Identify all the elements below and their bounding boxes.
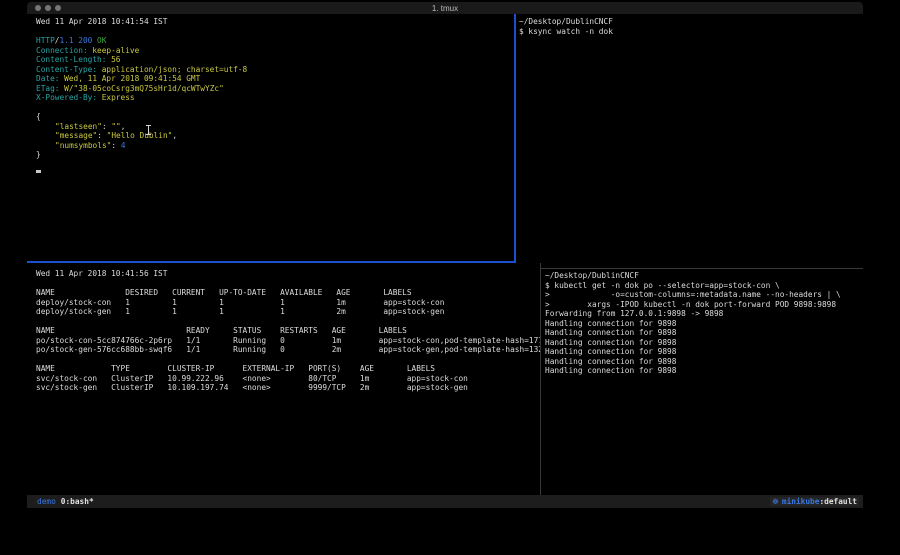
header-value: Express: [102, 93, 135, 102]
status-left: demo 0:bash*: [37, 497, 94, 506]
http-reason: OK: [97, 36, 106, 45]
response-header: ETag: W/"38-05coCsrg3mQ75sHr1d/qcWTwYZc": [36, 84, 514, 94]
terminal-line: > -o=custom-columns=:metadata.name --no-…: [545, 290, 863, 300]
mouse-cursor-ibeam: [146, 125, 151, 135]
response-header: Connection: keep-alive: [36, 46, 514, 56]
terminal-line: > xargs -IPOD kubectl -n dok port-forwar…: [545, 300, 863, 310]
header-name: Date:: [36, 74, 64, 83]
pane-kubectl-get[interactable]: Wed 11 Apr 2018 10:41:56 IST NAME DESIRE…: [27, 263, 541, 495]
header-name: Content-Length:: [36, 55, 111, 64]
terminal-line: deploy/stock-con 1 1 1 1 1m app=stock-co…: [36, 298, 540, 308]
header-value: W/"38-05coCsrg3mQ75sHr1d/qcWTwYZc": [64, 84, 224, 93]
json-field: "numsymbols": 4: [36, 141, 514, 151]
header-value: Wed, 11 Apr 2018 09:41:54 GMT: [64, 74, 200, 83]
cwd-line: ~/Desktop/DublinCNCF: [519, 17, 863, 27]
terminal-line: [36, 317, 540, 327]
session-name: demo: [37, 497, 56, 506]
terminal-line: Handling connection for 9898: [545, 366, 863, 376]
response-header: Date: Wed, 11 Apr 2018 09:41:54 GMT: [36, 74, 514, 84]
json-value: "": [111, 122, 120, 131]
terminal-line: [36, 355, 540, 365]
json-separator: :: [97, 131, 106, 140]
header-name: ETag:: [36, 84, 64, 93]
status-right: ☸ minikube :default: [770, 497, 859, 506]
command-line: $ ksync watch -n dok: [519, 27, 863, 37]
terminal-line: svc/stock-con ClusterIP 10.99.222.96 <no…: [36, 374, 540, 384]
cwd-line: ~/Desktop/DublinCNCF: [545, 271, 863, 281]
terminal-cursor: [36, 170, 41, 173]
terminal-line: svc/stock-gen ClusterIP 10.109.197.74 <n…: [36, 383, 540, 393]
json-value: "Hello Dublin": [107, 131, 173, 140]
terminal-line: NAME READY STATUS RESTARTS AGE LABELS: [36, 326, 540, 336]
response-header: X-Powered-By: Express: [36, 93, 514, 103]
json-value: 4: [121, 141, 126, 150]
terminal-line: Handling connection for 9898: [545, 338, 863, 348]
http-status-line: HTTP/1.1 200 OK: [36, 36, 514, 46]
header-value: keep-alive: [92, 46, 139, 55]
port-forward-output: $ kubectl get -n dok po --selector=app=s…: [545, 281, 863, 376]
timestamp-line: Wed 11 Apr 2018 10:41:54 IST: [36, 17, 514, 27]
terminal-line: [36, 279, 540, 289]
json-key: "lastseen": [55, 122, 102, 131]
desktop: { "window": { "title": "1. tmux" }, "col…: [0, 0, 900, 555]
terminal-line: Handling connection for 9898: [545, 357, 863, 367]
json-key: "message": [55, 131, 97, 140]
terminal-line: NAME DESIRED CURRENT UP-TO-DATE AVAILABL…: [36, 288, 540, 298]
json-close-brace: }: [36, 150, 514, 160]
json-key: "numsymbols": [55, 141, 111, 150]
pane-ksync[interactable]: ~/Desktop/DublinCNCF $ ksync watch -n do…: [516, 14, 863, 269]
header-value: 56: [111, 55, 120, 64]
terminal-line: Handling connection for 9898: [545, 347, 863, 357]
http-version-status: 1.1 200: [59, 36, 97, 45]
header-name: X-Powered-By:: [36, 93, 102, 102]
kube-namespace: :default: [819, 497, 857, 506]
terminal-line: po/stock-con-5cc874766c-2p6rp 1/1 Runnin…: [36, 336, 540, 346]
pane-http-response[interactable]: Wed 11 Apr 2018 10:41:54 IST HTTP/1.1 20…: [27, 14, 516, 263]
kubectl-output: NAME DESIRED CURRENT UP-TO-DATE AVAILABL…: [36, 279, 540, 393]
json-comma: ,: [172, 131, 177, 140]
terminal-window: 1. tmux Wed 11 Apr 2018 10:41:54 IST HTT…: [27, 2, 863, 510]
response-header: Content-Type: application/json; charset=…: [36, 65, 514, 75]
json-field: "message": "Hello Dublin",: [36, 131, 514, 141]
terminal-line: NAME TYPE CLUSTER-IP EXTERNAL-IP PORT(S)…: [36, 364, 540, 374]
http-protocol: HTTP: [36, 36, 55, 45]
kube-context: minikube: [782, 497, 820, 506]
terminal-line: deploy/stock-gen 1 1 1 1 2m app=stock-ge…: [36, 307, 540, 317]
terminal-line: Handling connection for 9898: [545, 328, 863, 338]
window-tab-bash[interactable]: 0:bash*: [61, 497, 94, 506]
tmux-terminal: Wed 11 Apr 2018 10:41:54 IST HTTP/1.1 20…: [27, 2, 863, 495]
json-comma: ,: [121, 122, 126, 131]
json-separator: :: [111, 141, 120, 150]
header-name: Content-Type:: [36, 65, 102, 74]
json-separator: :: [102, 122, 111, 131]
terminal-line: $ kubectl get -n dok po --selector=app=s…: [545, 281, 863, 291]
kubernetes-helm-icon: ☸: [772, 497, 779, 506]
json-open-brace: {: [36, 112, 514, 122]
json-field: "lastseen": "",: [36, 122, 514, 132]
terminal-line: Handling connection for 9898: [545, 319, 863, 329]
tmux-status-bar: demo 0:bash* ☸ minikube :default: [27, 495, 863, 508]
header-name: Connection:: [36, 46, 92, 55]
terminal-line: po/stock-gen-576cc688bb-swqf6 1/1 Runnin…: [36, 345, 540, 355]
response-header: Content-Length: 56: [36, 55, 514, 65]
pane-port-forward[interactable]: ~/Desktop/DublinCNCF $ kubectl get -n do…: [541, 269, 863, 495]
header-value: application/json; charset=utf-8: [102, 65, 248, 74]
terminal-line: Forwarding from 127.0.0.1:9898 -> 9898: [545, 309, 863, 319]
timestamp-line: Wed 11 Apr 2018 10:41:56 IST: [36, 269, 540, 279]
